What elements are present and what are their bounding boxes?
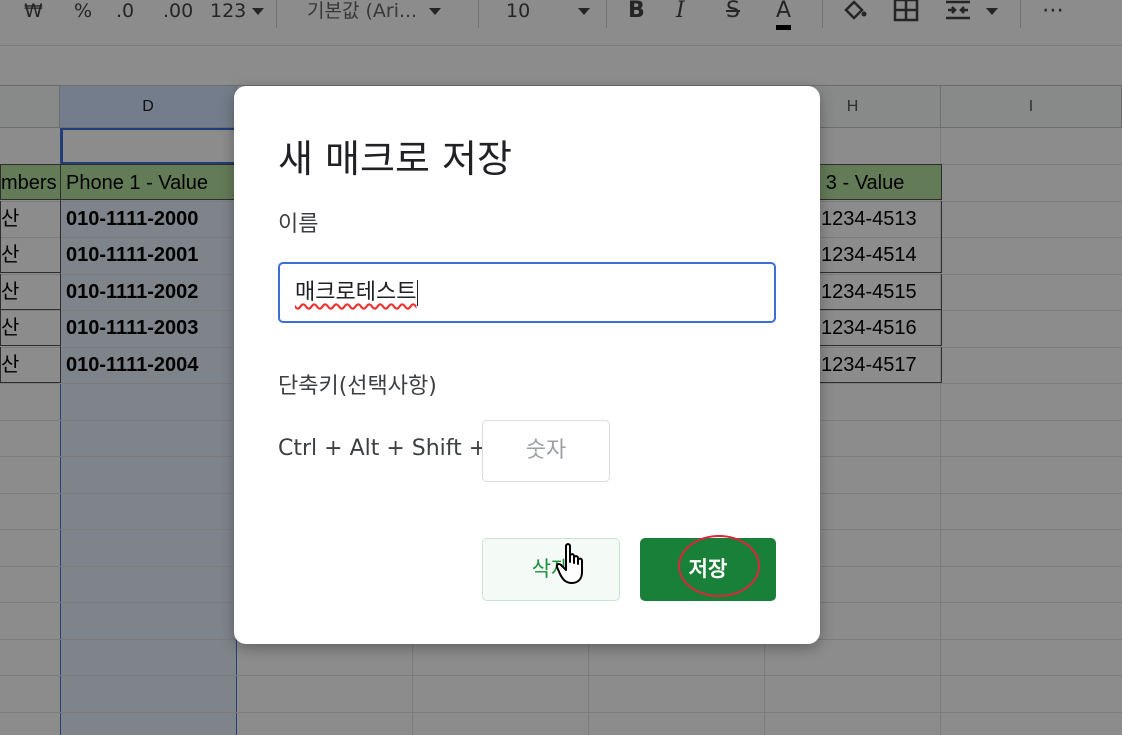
dialog-title: 새 매크로 저장 — [278, 137, 512, 181]
shortcut-number-input[interactable]: 숫자 — [482, 420, 610, 482]
name-label: 이름 — [278, 212, 319, 237]
save-macro-dialog: 새 매크로 저장 이름 매크로테스트 단축키(선택사항) Ctrl + Alt … — [234, 86, 820, 644]
shortcut-prefix: Ctrl + Alt + Shift + — [278, 436, 488, 461]
delete-button[interactable]: 삭제 — [482, 538, 620, 601]
save-highlight-circle — [678, 535, 760, 597]
hand-pointer-icon — [555, 542, 590, 591]
macro-name-value: 매크로테스트 — [295, 280, 417, 305]
macro-name-input[interactable]: 매크로테스트 — [278, 262, 776, 323]
shortcut-label: 단축키(선택사항) — [278, 374, 437, 399]
text-cursor — [417, 280, 419, 306]
